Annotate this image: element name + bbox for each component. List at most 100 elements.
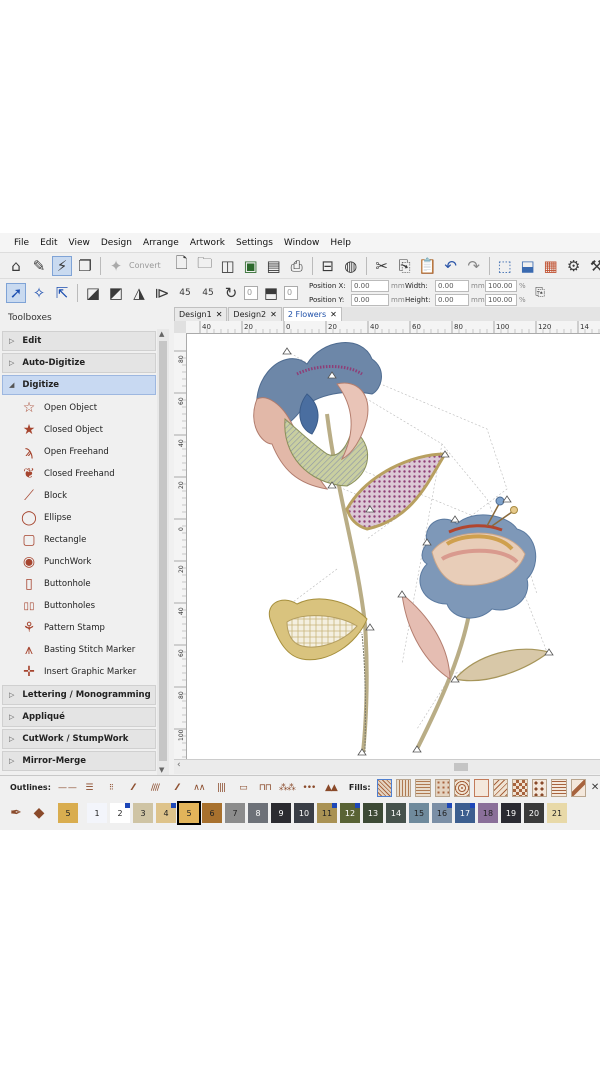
tools-icon[interactable]: ⚒ <box>587 256 600 276</box>
width-input[interactable]: 0.00 <box>435 279 469 292</box>
stitch-machine-icon[interactable]: ⊟ <box>318 256 338 276</box>
thread-color-swatch[interactable]: 20 <box>524 803 544 823</box>
fill-pattern-swatch[interactable] <box>434 778 451 797</box>
close-small-icon[interactable]: ✕ <box>590 778 600 798</box>
fill-pattern-swatch[interactable] <box>512 778 528 797</box>
tool-ellipse[interactable]: ◯ Ellipse <box>0 507 172 529</box>
fill-pattern-swatch[interactable] <box>454 778 470 797</box>
tool-rectangle[interactable]: ▢ Rectangle <box>0 529 172 551</box>
stitch-select-icon[interactable]: ⇱ <box>52 283 72 303</box>
fill-pattern-swatch[interactable] <box>531 778 548 797</box>
fill-pattern-swatch[interactable] <box>492 778 509 797</box>
cut-icon[interactable]: ✂ <box>372 256 392 276</box>
scrollbar-thumb[interactable] <box>454 763 468 771</box>
tool-block[interactable]: ⟋ Block <box>0 485 172 507</box>
copy-icon[interactable]: ⎘ <box>395 256 415 276</box>
thread-color-swatch[interactable]: 7 <box>225 803 245 823</box>
thread-color-swatch[interactable]: 11 <box>317 803 337 823</box>
mirror-horizontal-icon[interactable]: ⧐ <box>152 283 172 303</box>
reshape-icon[interactable]: ✧ <box>29 283 49 303</box>
close-tab-icon[interactable]: ✕ <box>330 310 337 319</box>
outline-pattern-swatch[interactable]: |||| <box>211 782 231 794</box>
outline-pattern-swatch[interactable]: ∧∧ <box>189 782 209 794</box>
menu-window[interactable]: Window <box>284 238 320 248</box>
outline-pattern-swatch[interactable]: ⁄⁄⁄ <box>123 782 143 794</box>
tab-design1[interactable]: Design1 ✕ <box>174 307 228 321</box>
scroll-up-icon[interactable]: ▲ <box>159 330 164 338</box>
fill-pattern-swatch[interactable] <box>395 778 412 797</box>
mouse-icon[interactable]: ◍ <box>341 256 361 276</box>
rotate-free-icon[interactable]: ↻ <box>221 283 241 303</box>
convert-button-label[interactable]: Convert <box>129 261 161 270</box>
fill-pattern-swatch[interactable] <box>473 778 489 797</box>
design-canvas[interactable] <box>187 334 600 759</box>
tool-basting-stitch-marker[interactable]: ⩚ Basting Stitch Marker <box>0 639 172 661</box>
menu-arrange[interactable]: Arrange <box>143 238 179 248</box>
thread-color-swatch[interactable]: 4 <box>156 803 176 823</box>
open-folder-icon[interactable]: 🗀 <box>195 254 215 276</box>
thread-color-swatch[interactable]: 15 <box>409 803 429 823</box>
tool-insert-graphic-marker[interactable]: ✛ Insert Graphic Marker <box>0 661 172 683</box>
fill-pattern-swatch[interactable] <box>415 778 431 797</box>
scale-height-input[interactable]: 100.00 <box>485 293 517 306</box>
rotate-left-45-icon[interactable]: 45 <box>175 283 195 303</box>
color-palette-icon[interactable]: ▦ <box>541 256 561 276</box>
new-file-icon[interactable]: 🗋 <box>172 254 192 276</box>
fill-pattern-swatch[interactable] <box>376 778 392 797</box>
tool-punchwork[interactable]: ◉ PunchWork <box>0 551 172 573</box>
thread-color-swatch[interactable]: 21 <box>547 803 567 823</box>
outline-pattern-swatch[interactable]: ••• <box>299 782 319 794</box>
outline-pattern-swatch[interactable]: ⁂⁂ <box>277 782 297 794</box>
thread-color-swatch[interactable]: 10 <box>294 803 314 823</box>
toolbox-section-cutwork-stumpwork[interactable]: ▷ CutWork / StumpWork <box>2 729 156 749</box>
outline-pattern-swatch[interactable]: — — <box>57 782 77 794</box>
redo-icon[interactable]: ↷ <box>464 256 484 276</box>
toolbox-section-digitize[interactable]: ◢ Digitize <box>2 375 156 395</box>
outline-pattern-swatch[interactable]: ▲▲ <box>321 782 341 794</box>
rotate-right-45-icon[interactable]: 45 <box>198 283 218 303</box>
select-stitches-icon[interactable]: ⬚ <box>495 256 515 276</box>
toolbox-section-edit[interactable]: ▷ Edit <box>2 331 156 351</box>
tool-open-freehand[interactable]: ϡ Open Freehand <box>0 441 172 463</box>
tool-closed-object[interactable]: ★ Closed Object <box>0 419 172 441</box>
thread-color-swatch[interactable]: 2 <box>110 803 130 823</box>
scroll-left-icon[interactable]: ‹ <box>177 760 181 770</box>
mirror-vertical-icon[interactable]: ◮ <box>129 283 149 303</box>
close-tab-icon[interactable]: ✕ <box>270 310 277 319</box>
toolbox-section-lettering-monogramming[interactable]: ▷ Lettering / Monogramming <box>2 685 156 705</box>
tool-buttonhole[interactable]: ▯ Buttonhole <box>0 573 172 595</box>
menu-artwork[interactable]: Artwork <box>190 238 225 248</box>
scroll-down-icon[interactable]: ▼ <box>159 766 164 774</box>
preview-icon[interactable]: ⎙ <box>287 256 307 276</box>
fill-pattern-swatch[interactable] <box>570 778 587 797</box>
thread-color-swatch[interactable]: 3 <box>133 803 153 823</box>
select-arrow-icon[interactable]: ➚ <box>6 282 26 303</box>
tab-2-flowers[interactable]: 2 Flowers ✕ <box>282 307 342 321</box>
canvas-horizontal-scrollbar[interactable]: ‹ <box>174 759 600 774</box>
slant-angle-input[interactable]: 0 <box>284 285 298 300</box>
thread-color-swatch[interactable]: 8 <box>248 803 268 823</box>
toolbox-section-mirror-merge[interactable]: ▷ Mirror-Merge <box>2 751 156 771</box>
thread-color-swatch[interactable]: 13 <box>363 803 383 823</box>
thread-color-swatch[interactable]: 18 <box>478 803 498 823</box>
position-x-input[interactable]: 0.00 <box>351 279 389 292</box>
thread-color-swatch[interactable]: 12 <box>340 803 360 823</box>
thread-color-swatch[interactable]: 1 <box>87 803 107 823</box>
thread-color-swatch[interactable]: 5 <box>177 801 201 825</box>
rotate-angle-input[interactable]: 0 <box>244 285 258 300</box>
menu-view[interactable]: View <box>69 238 90 248</box>
save-icon[interactable]: ▣ <box>241 256 261 276</box>
thread-color-swatch[interactable]: 16 <box>432 803 452 823</box>
print-preview-icon[interactable]: ▤ <box>264 256 284 276</box>
settings-gear-icon[interactable]: ⚙ <box>564 256 584 276</box>
menu-file[interactable]: File <box>14 238 29 248</box>
slant-icon[interactable]: ⬒ <box>261 283 281 303</box>
embroidery-design[interactable] <box>187 334 600 759</box>
lock-proportions-icon[interactable]: ⎘ <box>530 283 550 303</box>
scale-width-input[interactable]: 100.00 <box>485 279 517 292</box>
copy-frame-icon[interactable]: ❐ <box>75 256 95 276</box>
paste-icon[interactable]: 📋 <box>418 256 438 276</box>
paint-bucket-icon[interactable]: ◆ <box>29 803 49 823</box>
thread-color-swatch[interactable]: 19 <box>501 803 521 823</box>
height-input[interactable]: 0.00 <box>435 293 469 306</box>
